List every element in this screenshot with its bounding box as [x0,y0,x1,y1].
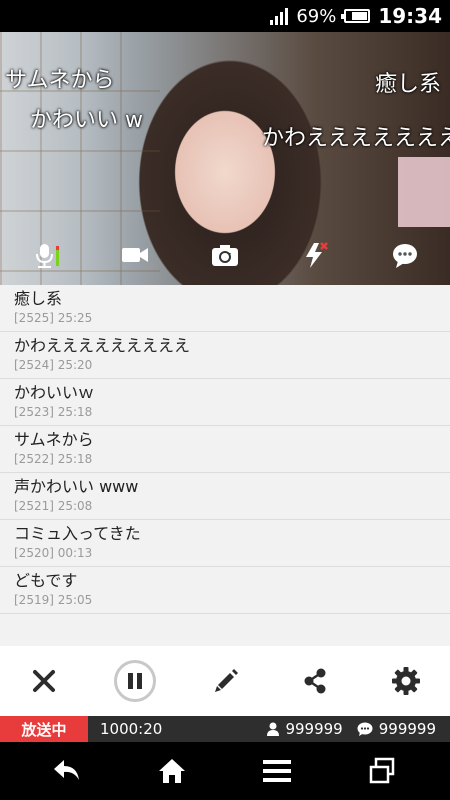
comment-meta: [2519] 25:05 [14,593,93,607]
menu-button[interactable] [260,754,294,788]
video-player[interactable]: サムネから 癒し系 かわいい w かわえええええええ [0,32,450,285]
background-box [398,157,450,227]
settings-button[interactable] [381,656,431,706]
comment-count: 999999 [378,720,436,738]
on-air-badge: 放送中 [0,716,88,742]
status-bar: 69% 19:34 [0,0,450,32]
comment-bubble-icon[interactable] [390,240,420,270]
back-button[interactable] [50,754,84,788]
overlay-comment: サムネから [5,68,115,93]
clock: 19:34 [378,4,442,28]
mic-icon[interactable] [30,240,60,270]
viewer-count: 999999 [285,720,343,738]
comment-text: 癒し系 [14,289,63,308]
battery-icon [341,9,371,23]
camera-switch-icon[interactable] [210,240,240,270]
menu-icon [263,760,291,782]
comment-list[interactable]: 癒し系 [2525] 25:25 かわえええええええええ [2524] 25:2… [0,285,450,646]
pencil-icon [215,669,238,692]
share-button[interactable] [290,656,340,706]
edit-button[interactable] [201,656,251,706]
person-icon [267,722,280,736]
comment-text: かわえええええええええ [14,336,191,355]
recent-apps-icon [369,757,395,784]
comment-text: 声かわいい www [14,477,139,496]
comment-text: どもです [14,571,78,590]
pause-icon [114,660,156,702]
share-icon [304,668,326,694]
overlay-comment: かわいい w [30,108,143,133]
broadcast-controls [0,646,450,716]
comment-item: サムネから [2522] 25:18 [0,426,450,473]
comment-text: コミュ入ってきた [14,524,141,543]
comment-meta: [2520] 00:13 [14,546,93,560]
pause-button[interactable] [110,656,160,706]
overlay-comment: 癒し系 [375,72,442,97]
comment-count-icon [357,722,373,736]
home-icon [159,759,185,783]
home-button[interactable] [155,754,189,788]
system-nav-bar [0,742,450,800]
battery-percent: 69% [296,5,337,27]
comment-meta: [2522] 25:18 [14,452,93,466]
close-icon [33,670,55,692]
counts: 999999 999999 [267,716,436,742]
flash-off-icon[interactable] [300,240,330,270]
recent-apps-button[interactable] [365,754,399,788]
comment-item: 声かわいい www [2521] 25:08 [0,473,450,520]
comment-text: サムネから [14,430,94,449]
comment-meta: [2525] 25:25 [14,311,93,325]
video-camera-icon[interactable] [120,240,150,270]
status-bar-right: 69% 19:34 [270,0,442,32]
comment-item: かわいいｗ [2523] 25:18 [0,379,450,426]
comment-item: 癒し系 [2525] 25:25 [0,285,450,332]
close-button[interactable] [19,656,69,706]
gear-icon [392,667,420,695]
broadcast-info-bar: 放送中 1000:20 999999 999999 [0,716,450,742]
overlay-comment: かわえええええええ [262,126,450,151]
comment-text: かわいいｗ [14,383,95,402]
comment-item: かわえええええええええ [2524] 25:20 [0,332,450,379]
back-arrow-icon [54,760,79,780]
elapsed-time: 1000:20 [100,720,163,738]
video-controls [0,240,450,270]
comment-item: コミュ入ってきた [2520] 00:13 [0,520,450,567]
comment-item: どもです [2519] 25:05 [0,567,450,614]
signal-icon [270,7,289,25]
comment-meta: [2524] 25:20 [14,358,93,372]
comment-meta: [2523] 25:18 [14,405,93,419]
comment-meta: [2521] 25:08 [14,499,93,513]
